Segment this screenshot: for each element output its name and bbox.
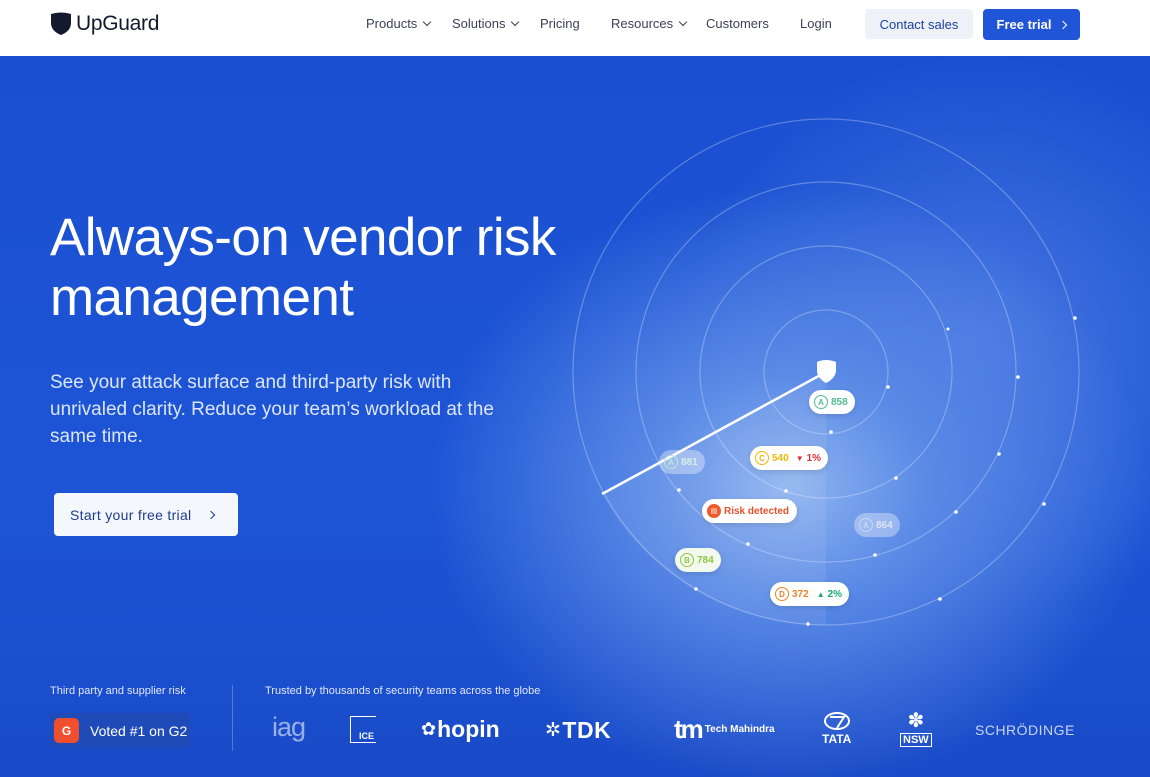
score-value: 784 [697,554,714,566]
hero-title: Always-on vendor risk management [50,208,556,327]
hero-subtitle: See your attack surface and third-party … [50,372,494,447]
trust-category-label: Third party and supplier risk [50,685,186,697]
brand-name: UpGuard [76,12,160,35]
waratah-flower-icon: ✽ [907,710,925,732]
trend-down-icon: ▼ [795,453,804,463]
nav-customers-label: Customers [706,16,769,31]
chevron-right-icon [1059,20,1068,29]
grade-badge: A [814,395,828,409]
nav-resources-label: Resources [611,16,674,31]
nav-pricing[interactable]: Pricing [540,16,580,31]
grade-badge: A [859,518,873,532]
nav-solutions-label: Solutions [452,16,506,31]
contact-sales-label: Contact sales [879,16,959,32]
chevron-right-icon [207,510,216,519]
top-navigation-bar: UpGuard Products Solutions Pricing Resou… [0,0,1150,56]
tech-mahindra-logo-text: Tech Mahindra [704,724,775,735]
g2-logo-icon: G [54,718,79,743]
score-value: 372 [792,588,809,600]
nav-resources[interactable]: Resources [611,16,688,31]
contact-sales-button[interactable]: Contact sales [865,9,973,39]
score-value: 864 [876,519,893,531]
vendor-score-pill: D 372 ▲ 2% [770,582,850,606]
chevron-down-icon [511,17,520,27]
nav-products[interactable]: Products [366,16,432,31]
customer-logo-ice: ICE [350,716,376,743]
trend-up-icon: ▲ [816,589,825,599]
customer-logo-nsw: ✽ NSW [900,711,932,747]
nav-login[interactable]: Login [800,16,832,31]
score-value: 540 [772,452,789,464]
nav-login-label: Login [800,16,832,31]
g2-label: Voted #1 on G2 [90,722,188,739]
chevron-down-icon [678,17,688,27]
ice-logo-text: ICE [359,731,375,741]
customer-logo-schrodinger: SCHRÖDINGER [975,722,1075,738]
upguard-shield-icon [51,12,71,35]
vendor-score-pill: C 540 ▼ 1% [750,446,829,470]
score-change: 1% [806,452,822,464]
trusted-by-label: Trusted by thousands of security teams a… [265,685,541,697]
vendor-score-pill: A 881 [659,450,705,474]
customer-logo-tata: TATA [822,712,851,746]
tdk-mark-icon: ✲ [545,720,562,741]
risk-alert-icon: ▤ [707,504,721,518]
hopin-logo-text: hopin [437,716,500,742]
g2-badge[interactable]: G Voted #1 on G2 [50,713,190,748]
customer-logo-tdk: ✲ TDK [545,717,611,744]
free-trial-label: Free trial [996,17,1052,32]
score-change: 2% [827,588,843,600]
nsw-logo-text: NSW [900,733,932,747]
tech-mahindra-mark-icon: tm [674,714,704,744]
nav-solutions[interactable]: Solutions [452,16,520,31]
start-free-trial-label: Start your free trial [70,506,192,523]
score-value: 858 [831,396,848,408]
customer-logo-iag: iag [272,712,306,742]
nav-pricing-label: Pricing [540,16,580,31]
start-free-trial-button[interactable]: Start your free trial [54,493,238,536]
risk-detected-label: Risk detected [724,505,790,517]
risk-detected-pill: ▤ Risk detected [702,499,798,523]
tata-logo-text: TATA [822,732,852,746]
tdk-logo-text: TDK [562,717,612,743]
grade-badge: D [775,587,789,601]
vendor-score-pill: A 858 [809,390,855,414]
vendor-score-pill: B 784 [675,548,721,572]
chevron-down-icon [423,17,432,27]
trust-divider [232,685,233,751]
score-value: 881 [681,456,698,468]
upguard-logo[interactable]: UpGuard [50,12,159,36]
customer-logo-tech-mahindra: tm Tech Mahindra [674,714,775,745]
hopin-mark-icon: ✿ [421,719,437,739]
vendor-score-pill: A 864 [854,513,900,537]
nav-products-label: Products [366,16,418,31]
grade-badge: B [680,553,694,567]
grade-badge: A [664,455,678,469]
grade-badge: C [755,451,769,465]
customer-logo-hopin: ✿ hopin [421,716,500,743]
free-trial-button[interactable]: Free trial [983,9,1080,40]
nav-customers[interactable]: Customers [706,16,769,31]
hero-section: Always-on vendor risk management See you… [0,56,1150,777]
tata-emblem-icon [823,712,850,730]
